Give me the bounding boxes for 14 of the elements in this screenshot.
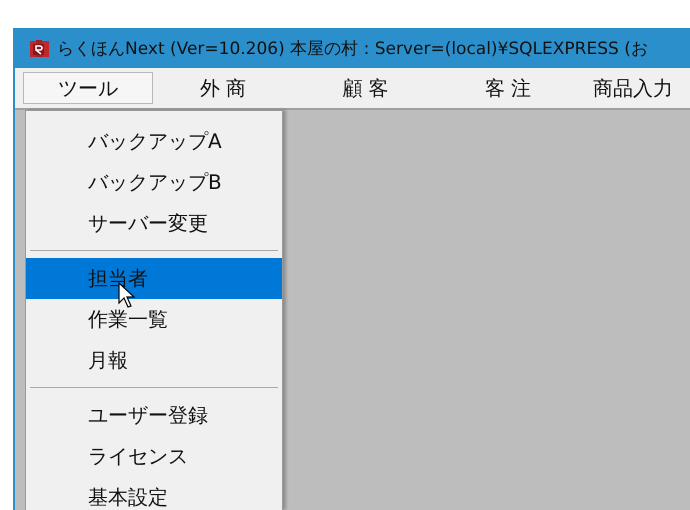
menu-entry[interactable]: 作業一覧	[26, 299, 282, 340]
menu-entry[interactable]: サーバー変更	[26, 203, 282, 244]
menu-item[interactable]: 商品入力	[578, 72, 688, 104]
menu-entry[interactable]: ユーザー登録	[26, 395, 282, 436]
menu-entry[interactable]: 基本設定	[26, 477, 282, 510]
window-title: らくほんNext (Ver=10.206) 本屋の村 : Server=(local)¥SQLEXPRESS (お	[57, 38, 648, 60]
menu-entry[interactable]: 月報	[26, 340, 282, 381]
menu-item[interactable]: 外 商	[153, 72, 293, 104]
menu-entry[interactable]: バックアップA	[26, 121, 282, 162]
menu-entry[interactable]: バックアップB	[26, 162, 282, 203]
menu-item[interactable]: ツール	[23, 72, 153, 104]
menu-entry[interactable]: ライセンス	[26, 436, 282, 477]
menu-item[interactable]: 客 注	[438, 72, 578, 104]
menu-item[interactable]: 顧 客	[293, 72, 438, 104]
